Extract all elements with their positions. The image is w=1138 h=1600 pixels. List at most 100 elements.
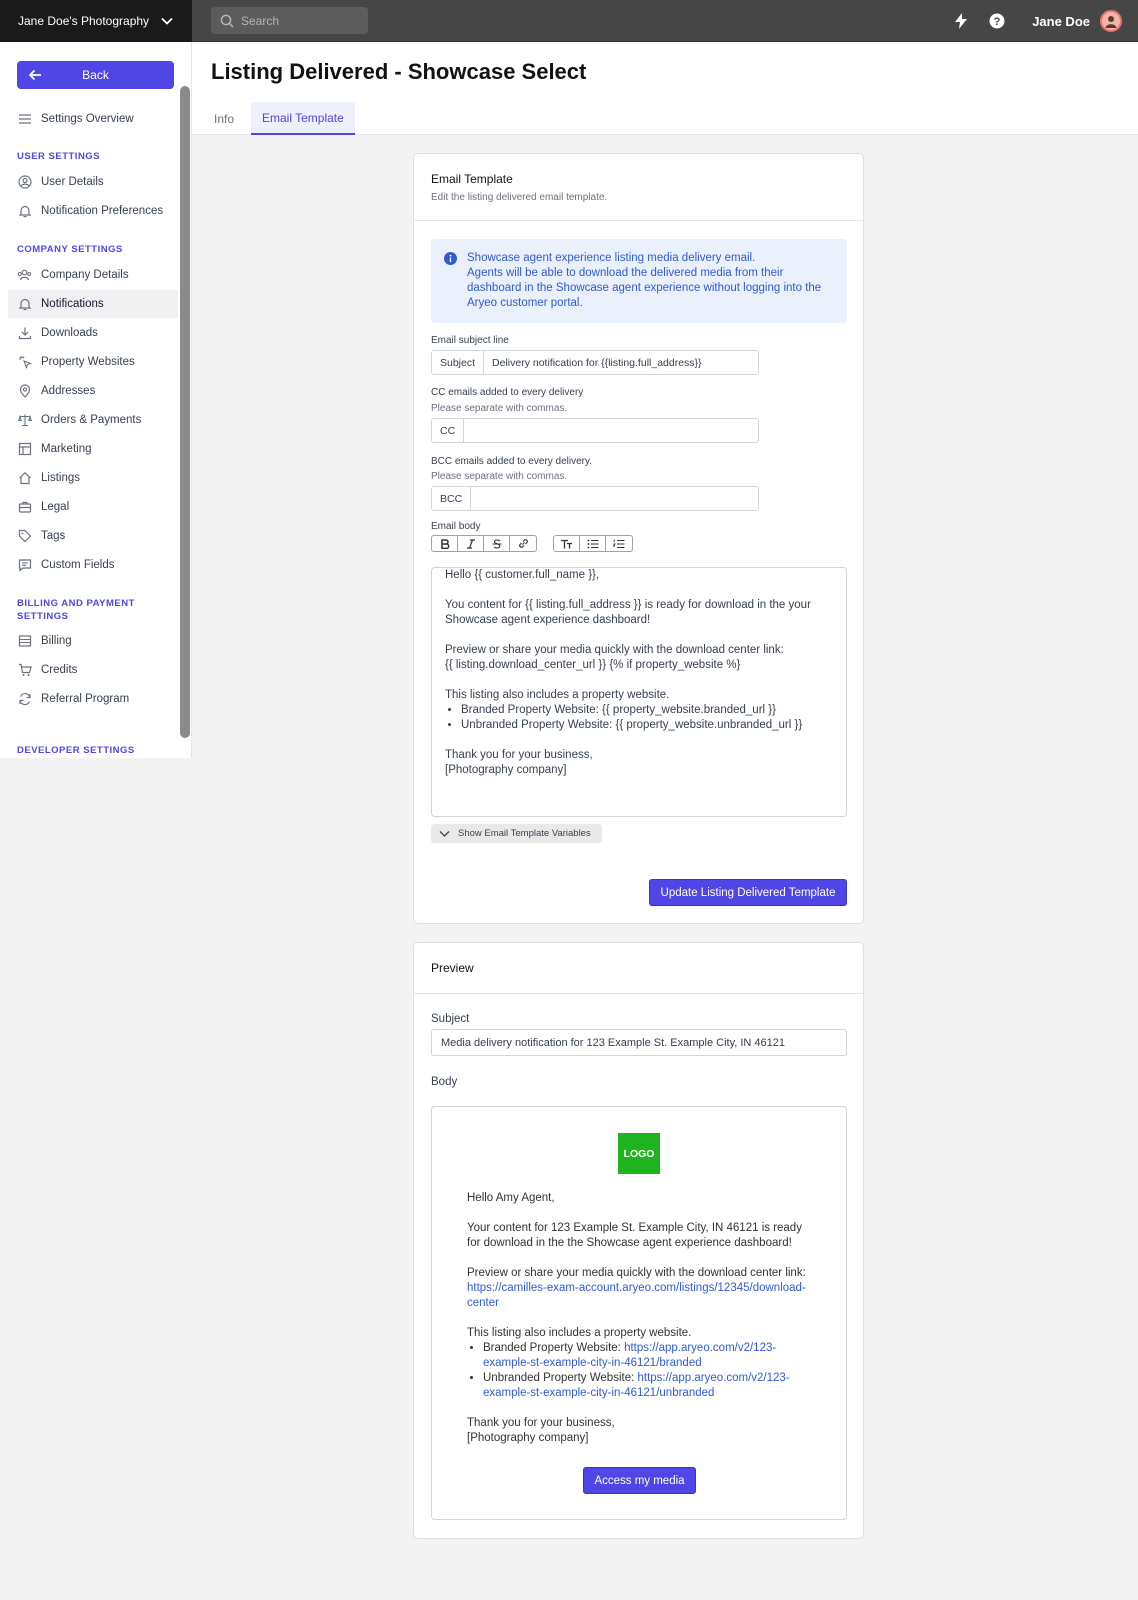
text-size-icon[interactable] xyxy=(554,536,580,551)
cart-icon xyxy=(17,663,32,678)
email-body-editor[interactable]: Hello {{ customer.full_name }}, You cont… xyxy=(431,567,847,817)
subject-addon: Subject xyxy=(432,351,485,374)
help-icon[interactable]: ? xyxy=(988,12,1006,30)
sidebar-item-label: Company Details xyxy=(41,269,129,281)
section-billing-settings: BILLING AND PAYMENT SETTINGS xyxy=(17,598,135,622)
tab-email-template[interactable]: Email Template xyxy=(251,102,355,135)
numbered-list-icon[interactable] xyxy=(606,536,632,551)
body-para-2-line-2: {{ listing.download_center_url }} {% if … xyxy=(445,659,741,671)
sidebar: Back Settings Overview USER SETTINGS Use… xyxy=(0,42,192,758)
sidebar-item-user-details[interactable]: User Details xyxy=(8,168,178,196)
sidebar-item-custom-fields[interactable]: Custom Fields xyxy=(8,551,178,579)
sidebar-item-label: Orders & Payments xyxy=(41,414,142,426)
subject-input[interactable]: Delivery notification for {{listing.full… xyxy=(484,351,758,374)
sidebar-item-label: Billing xyxy=(41,635,72,647)
sidebar-item-tags[interactable]: Tags xyxy=(8,522,178,550)
preview-para-2-text: Preview or share your media quickly with… xyxy=(467,1267,806,1279)
preview-para-3: This listing also includes a property we… xyxy=(467,1327,692,1339)
sidebar-item-referral-program[interactable]: Referral Program xyxy=(8,685,178,713)
preview-body: LOGO Hello Amy Agent, Your content for 1… xyxy=(431,1106,847,1520)
top-bar: Jane Doe's Photography Search ? Jane Doe xyxy=(0,0,1138,42)
menu-icon xyxy=(17,112,32,127)
download-center-link[interactable]: https://camilles-exam-account.aryeo.com/… xyxy=(467,1282,806,1309)
preview-header: Preview xyxy=(414,943,863,994)
show-variables-button[interactable]: Show Email Template Variables xyxy=(431,824,602,843)
page-title: Listing Delivered - Showcase Select xyxy=(211,59,587,84)
sidebar-item-settings-overview[interactable]: Settings Overview xyxy=(8,105,178,133)
sidebar-item-addresses[interactable]: Addresses xyxy=(8,377,178,405)
preview-closing-1: Thank you for your business, xyxy=(467,1417,615,1429)
user-name[interactable]: Jane Doe xyxy=(1032,14,1090,29)
sidebar-item-label: Downloads xyxy=(41,327,98,339)
sidebar-item-label: Notification Preferences xyxy=(41,205,164,217)
sidebar-item-credits[interactable]: Credits xyxy=(8,656,178,684)
brand-name: Jane Doe's Photography xyxy=(18,13,150,28)
user-circle-icon xyxy=(17,175,32,190)
brand-switcher[interactable]: Jane Doe's Photography xyxy=(0,0,192,42)
sidebar-item-notification-preferences[interactable]: Notification Preferences xyxy=(8,197,178,225)
body-para-2: Preview or share your media quickly with… xyxy=(445,643,833,673)
bcc-input[interactable] xyxy=(471,487,758,510)
search-input[interactable]: Search xyxy=(211,7,368,34)
briefcase-icon xyxy=(17,500,32,515)
bold-icon[interactable] xyxy=(432,536,458,551)
lightning-icon[interactable] xyxy=(952,12,970,30)
card-subtitle: Edit the listing delivered email templat… xyxy=(431,192,608,203)
cc-field[interactable]: CC xyxy=(431,418,759,443)
tab-info[interactable]: Info xyxy=(203,102,245,135)
sidebar-item-label: Listings xyxy=(41,472,80,484)
info-title: Showcase agent experience listing media … xyxy=(467,252,756,264)
bell-icon xyxy=(17,204,32,219)
bullet-list-icon[interactable] xyxy=(580,536,606,551)
sidebar-item-marketing[interactable]: Marketing xyxy=(8,435,178,463)
preview-subject-label: Subject xyxy=(431,1013,470,1025)
sidebar-item-label: Tags xyxy=(41,530,66,542)
sidebar-item-billing[interactable]: Billing xyxy=(8,627,178,655)
search-icon xyxy=(220,14,234,28)
access-media-button[interactable]: Access my media xyxy=(583,1467,696,1494)
preview-title: Preview xyxy=(431,961,474,975)
bcc-addon: BCC xyxy=(432,487,472,510)
italic-icon[interactable] xyxy=(458,536,484,551)
sidebar-item-company-details[interactable]: Company Details xyxy=(8,261,178,289)
sidebar-item-label: Marketing xyxy=(41,443,92,455)
link-icon[interactable] xyxy=(510,536,536,551)
back-button[interactable]: Back xyxy=(17,61,174,89)
users-icon xyxy=(17,268,32,283)
sidebar-item-property-websites[interactable]: Property Websites xyxy=(8,348,178,376)
avatar[interactable] xyxy=(1100,10,1122,32)
chevron-down-icon xyxy=(161,17,173,25)
strikethrough-icon[interactable] xyxy=(484,536,510,551)
preview-bullet-list: Branded Property Website: https://app.ar… xyxy=(483,1341,812,1401)
card-title: Email Template xyxy=(431,172,513,186)
list-item: Branded Property Website: https://app.ar… xyxy=(483,1341,812,1371)
sidebar-item-label: Notifications xyxy=(41,298,104,310)
show-variables-label: Show Email Template Variables xyxy=(458,828,591,839)
section-developer-settings: DEVELOPER SETTINGS xyxy=(17,745,135,756)
bcc-hint: Please separate with commas. xyxy=(431,471,568,482)
cc-input[interactable] xyxy=(464,419,758,442)
svg-text:?: ? xyxy=(994,16,1001,28)
body-para-2-line-1: Preview or share your media quickly with… xyxy=(445,644,784,656)
home-icon xyxy=(17,471,32,486)
update-template-button[interactable]: Update Listing Delivered Template xyxy=(649,879,847,906)
scale-icon xyxy=(17,413,32,428)
sidebar-item-downloads[interactable]: Downloads xyxy=(8,319,178,347)
sidebar-item-orders-payments[interactable]: Orders & Payments xyxy=(8,406,178,434)
preview-card: Preview Subject Media delivery notificat… xyxy=(413,942,864,1539)
chat-icon xyxy=(17,558,32,573)
subject-field[interactable]: Subject Delivery notification for {{list… xyxy=(431,350,759,375)
card-header: Email Template Edit the listing delivere… xyxy=(414,154,863,221)
sidebar-item-notifications[interactable]: Notifications xyxy=(8,290,178,318)
refresh-icon xyxy=(17,692,32,707)
info-icon xyxy=(444,252,457,265)
email-template-card: Email Template Edit the listing delivere… xyxy=(413,153,864,924)
sidebar-item-legal[interactable]: Legal xyxy=(8,493,178,521)
preview-body-label: Body xyxy=(431,1076,458,1088)
sidebar-scrollbar[interactable] xyxy=(180,86,190,738)
body-greeting: Hello {{ customer.full_name }}, xyxy=(445,569,600,581)
branded-label: Branded Property Website: xyxy=(483,1342,625,1354)
bcc-field[interactable]: BCC xyxy=(431,486,759,511)
preview-para-1: Your content for 123 Example St. Example… xyxy=(467,1222,802,1249)
sidebar-item-listings[interactable]: Listings xyxy=(8,464,178,492)
